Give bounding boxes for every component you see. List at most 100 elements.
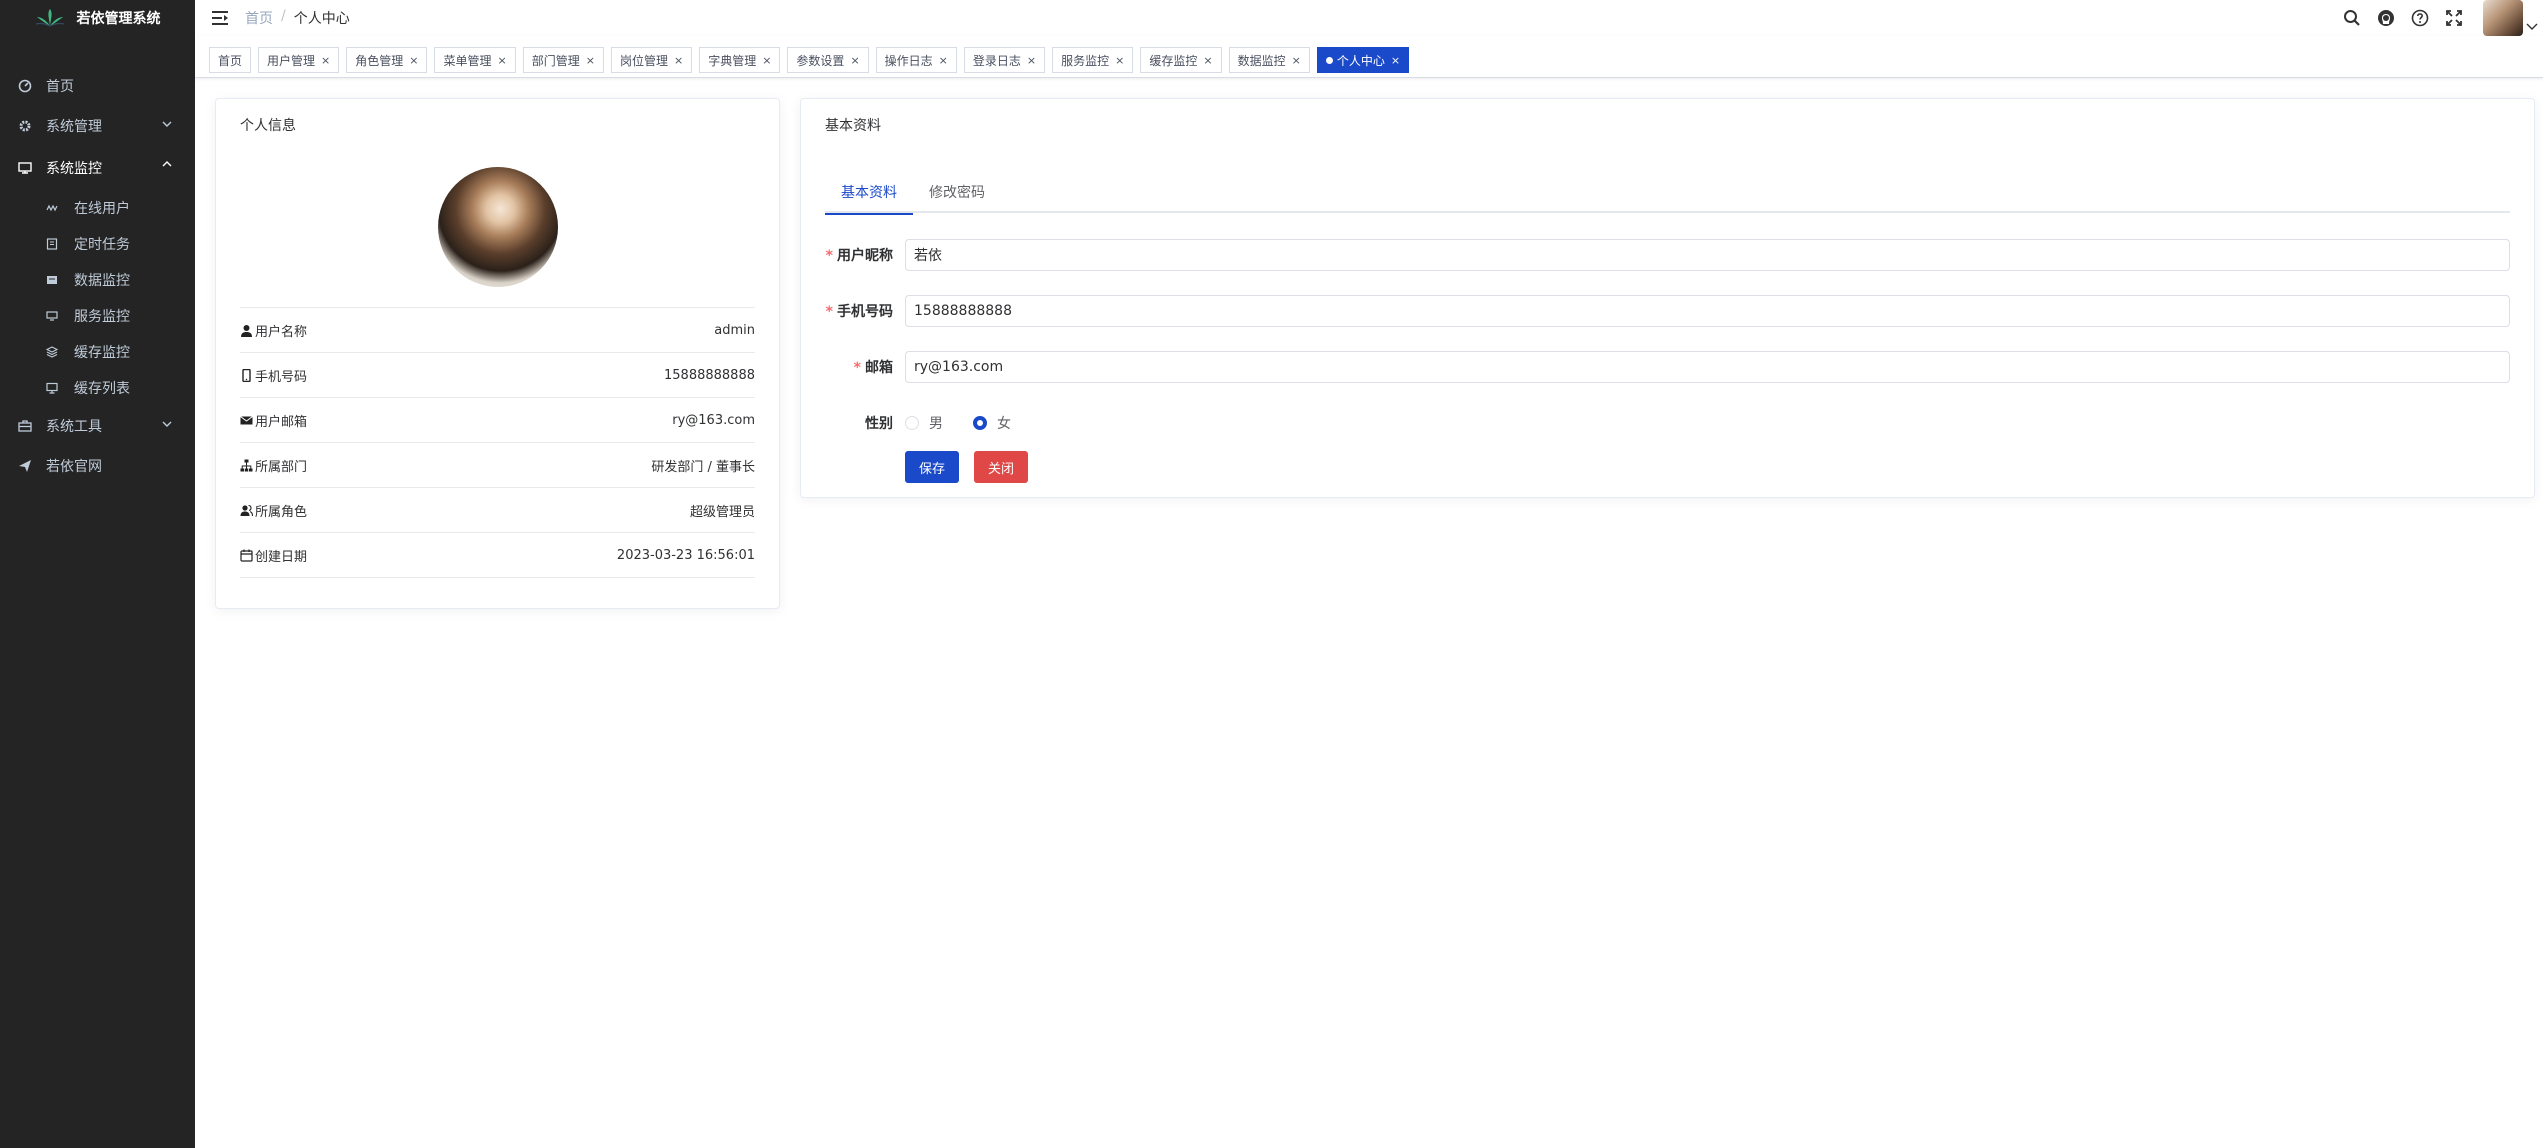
profile-card: 个人信息 用户名称 admin 手机号码 15888888888 用户邮箱 ry… [215,98,780,609]
info-label: 所属部门 [240,456,307,475]
tag-config[interactable]: 参数设置 × [787,47,869,73]
avatar[interactable] [2483,0,2523,36]
info-row-username: 用户名称 admin [240,308,755,353]
info-value: 2023-03-23 16:56:01 [616,547,755,563]
redis-list-icon [46,382,58,394]
tag-home[interactable]: 首页 [209,47,252,73]
nickname-input[interactable] [905,239,2510,271]
tag-user[interactable]: 用户管理 × [258,47,340,73]
info-row-email: 用户邮箱 ry@163.com [240,398,755,443]
close-icon[interactable]: × [1292,54,1301,67]
sidebar: 若依管理系统 首页 系统管理 系统监控 在线用户 定时任务 数据监控 服务监控 … [0,0,195,1148]
caret-down-icon[interactable] [2525,20,2539,34]
tag-druid[interactable]: 数据监控 × [1228,47,1310,73]
sidebar-item-home[interactable]: 首页 [0,66,195,106]
breadcrumb-home[interactable]: 首页 [245,8,273,28]
druid-icon [46,274,58,286]
email-label: * 邮箱 [825,357,905,377]
gender-radio-male[interactable]: 男 [905,413,943,433]
server-icon [46,310,58,322]
sidebar-item-server[interactable]: 服务监控 [0,298,195,334]
close-icon[interactable]: × [498,54,507,67]
tag-menu[interactable]: 菜单管理 × [434,47,516,73]
chevron-up-icon [162,161,172,167]
app-title: 若依管理系统 [76,11,161,27]
close-icon[interactable]: × [1391,54,1400,67]
tag-operlog[interactable]: 操作日志 × [875,47,957,73]
close-icon[interactable]: × [850,54,859,67]
sidebar-item-job[interactable]: 定时任务 [0,226,195,262]
send-icon [18,459,32,473]
radio-circle[interactable] [973,416,987,430]
gender-radio-female[interactable]: 女 [973,413,1011,433]
sidebar-item-system[interactable]: 系统管理 [0,106,195,146]
info-label-text: 创建日期 [255,549,308,565]
avatar-large[interactable] [438,167,558,287]
radio-label: 女 [997,416,1011,432]
info-row-phone: 手机号码 15888888888 [240,353,755,398]
close-button[interactable]: 关闭 [974,451,1029,483]
tab-basic-info[interactable]: 基本资料 [825,171,913,215]
tags-view: 首页 用户管理 × 角色管理 × 菜单管理 × 部门管理 × 岗位管理 × 字典… [195,36,2543,78]
logo[interactable]: 若依管理系统 [0,0,195,36]
tag-dept[interactable]: 部门管理 × [522,47,604,73]
breadcrumb: 首页 / 个人中心 [245,8,350,28]
close-icon[interactable]: × [674,54,683,67]
tag-label: 服务监控 [1061,53,1110,68]
tab-change-password[interactable]: 修改密码 [913,171,1001,213]
phone-icon [240,368,253,382]
close-icon[interactable]: × [409,54,418,67]
info-row-role: 所属角色 超级管理员 [240,488,755,533]
sidebar-item-label: 在线用户 [74,201,130,217]
close-icon[interactable]: × [762,54,771,67]
close-icon[interactable]: × [1203,54,1212,67]
radio-label: 男 [929,416,943,432]
required-mark: * [825,248,833,264]
info-label-text: 手机号码 [255,369,308,385]
chevron-down-icon [162,121,172,127]
email-icon [240,414,253,427]
basic-tabs: 基本资料 修改密码 [825,171,2510,215]
fullscreen-icon[interactable] [2443,7,2465,29]
sidebar-item-tool[interactable]: 系统工具 [0,406,195,446]
close-icon[interactable]: × [1027,54,1036,67]
search-icon[interactable] [2341,7,2363,29]
save-button[interactable]: 保存 [905,451,960,483]
user-icon [240,324,253,337]
sidebar-item-label: 系统管理 [46,119,102,135]
dashboard-icon [18,79,32,93]
phone-input[interactable] [905,295,2510,327]
gender-label: 性别 [865,416,893,432]
close-icon[interactable]: × [1115,54,1124,67]
sidebar-item-label: 若依官网 [46,459,102,475]
sidebar-item-druid[interactable]: 数据监控 [0,262,195,298]
close-icon[interactable]: × [939,54,948,67]
tag-label: 个人中心 [1336,53,1385,68]
tag-dict[interactable]: 字典管理 × [699,47,781,73]
sidebar-item-online[interactable]: 在线用户 [0,190,195,226]
calendar-icon [240,549,253,562]
tag-post[interactable]: 岗位管理 × [610,47,693,73]
tag-logininfor[interactable]: 登录日志 × [963,47,1046,73]
sidebar-item-label: 系统工具 [46,419,102,435]
sidebar-item-website[interactable]: 若依官网 [0,446,195,486]
info-value: 15888888888 [664,367,755,383]
profile-info-list: 用户名称 admin 手机号码 15888888888 用户邮箱 ry@163.… [240,307,755,578]
hamburger-icon[interactable] [209,7,231,29]
sidebar-item-label: 缓存监控 [74,345,130,361]
question-icon[interactable] [2409,7,2431,29]
sidebar-item-redis-list[interactable]: 缓存列表 [0,370,195,406]
close-icon[interactable]: × [321,54,330,67]
github-icon[interactable] [2375,7,2397,29]
sidebar-item-monitor[interactable]: 系统监控 [0,146,195,190]
tag-role[interactable]: 角色管理 × [346,47,428,73]
email-input[interactable] [905,351,2510,383]
radio-circle[interactable] [905,416,919,430]
basic-info-card: 基本资料 基本资料 修改密码 *用户昵称 *手机号码 *邮箱 性别 男 [800,98,2535,498]
tags-list: 首页 用户管理 × 角色管理 × 菜单管理 × 部门管理 × 岗位管理 × 字典… [195,46,2543,74]
sidebar-item-redis[interactable]: 缓存监控 [0,334,195,370]
tag-profile[interactable]: 个人中心 × [1316,47,1410,73]
tag-server[interactable]: 服务监控 × [1052,47,1134,73]
close-icon[interactable]: × [586,54,595,67]
tag-cache[interactable]: 缓存监控 × [1140,47,1222,73]
